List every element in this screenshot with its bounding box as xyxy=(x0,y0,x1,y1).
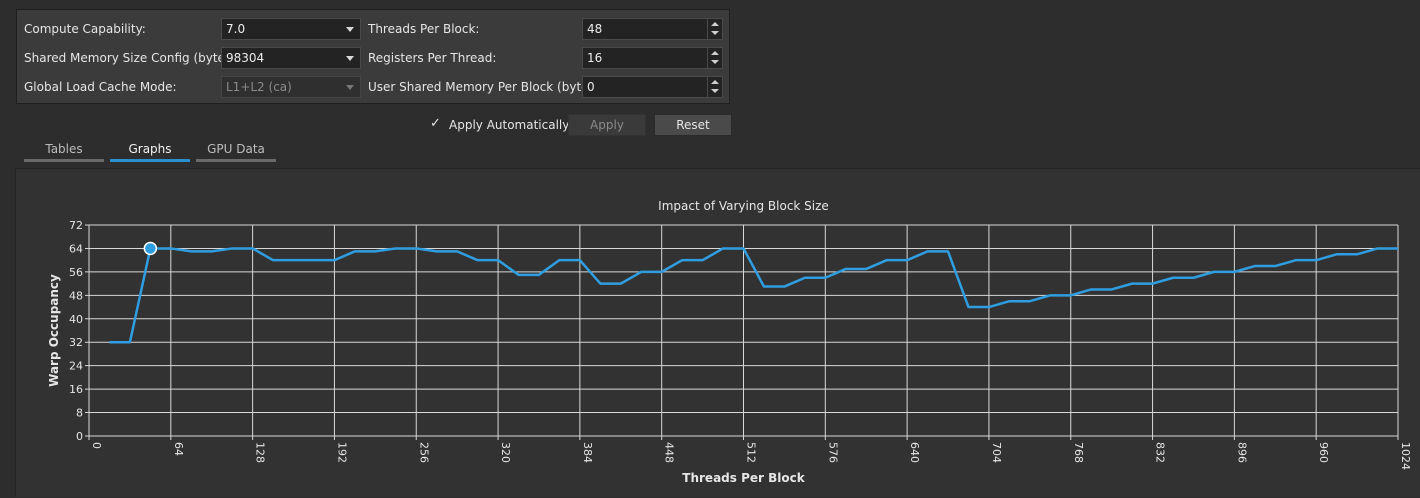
grid-lines xyxy=(85,224,1399,440)
registers-per-thread-label: Registers Per Thread: xyxy=(368,51,497,65)
current-config-marker xyxy=(143,241,158,256)
x-tick-label: 832 xyxy=(1154,442,1167,463)
y-tick-label: 72 xyxy=(69,219,83,232)
tab-tables-label: Tables xyxy=(45,142,83,156)
shared-memory-label: Shared Memory Size Config (bytes): xyxy=(24,51,240,65)
y-tick-label: 32 xyxy=(69,336,83,349)
y-tick-label: 8 xyxy=(76,407,83,420)
compute-capability-value: 7.0 xyxy=(226,22,246,36)
user-shared-memory-spinbox[interactable]: 0 xyxy=(582,76,723,98)
apply-button[interactable]: Apply xyxy=(568,114,646,136)
user-shared-memory-value: 0 xyxy=(587,80,595,94)
x-tick-label: 192 xyxy=(335,442,348,463)
x-axis-label: Threads Per Block xyxy=(682,471,805,485)
threads-per-block-spinbox[interactable]: 48 xyxy=(582,18,723,40)
registers-per-thread-value: 16 xyxy=(587,51,603,65)
spin-arrows-icon[interactable] xyxy=(707,48,722,68)
shared-memory-select[interactable]: 98304 xyxy=(221,47,361,69)
x-tick-label: 960 xyxy=(1317,442,1330,463)
registers-per-thread-spinbox[interactable]: 16 xyxy=(582,47,723,69)
x-tick-label: 1024 xyxy=(1399,442,1412,470)
x-tick-label: 384 xyxy=(581,442,594,463)
reset-button[interactable]: Reset xyxy=(654,114,732,136)
apply-automatically-label[interactable]: Apply Automatically xyxy=(449,117,569,133)
cache-mode-label: Global Load Cache Mode: xyxy=(24,80,177,94)
spin-arrows-icon[interactable] xyxy=(707,19,722,39)
cache-mode-value: L1+L2 (ca) xyxy=(226,80,292,94)
compute-capability-select[interactable]: 7.0 xyxy=(221,18,361,40)
y-tick-label: 56 xyxy=(69,266,83,279)
x-tick-label: 320 xyxy=(499,442,512,463)
y-tick-label: 24 xyxy=(69,360,83,373)
y-tick-label: 64 xyxy=(69,242,83,255)
x-tick-label: 256 xyxy=(417,442,430,463)
x-tick-label: 768 xyxy=(1072,442,1085,463)
x-tick-label: 448 xyxy=(663,442,676,463)
chevron-down-icon xyxy=(346,27,354,32)
graph-panel: 0 64 128 192 256 320 384 448 512 576 640 704 768 832 8… xyxy=(15,168,1420,497)
x-tick-label: 576 xyxy=(826,442,839,463)
x-tick-label: 0 xyxy=(90,442,103,449)
cache-mode-select[interactable]: L1+L2 (ca) xyxy=(221,76,361,98)
y-axis-label: Warp Occupancy xyxy=(47,274,61,387)
x-tick-label: 896 xyxy=(1235,442,1248,463)
x-tick-label: 640 xyxy=(908,442,921,463)
shared-memory-value: 98304 xyxy=(226,51,265,65)
chevron-down-icon xyxy=(346,85,354,90)
occupancy-chart: 0 64 128 192 256 320 384 448 512 576 640 704 768 832 8… xyxy=(47,199,1412,485)
y-tick-label: 40 xyxy=(69,313,83,326)
threads-per-block-value: 48 xyxy=(587,22,603,36)
tab-graphs[interactable]: Graphs xyxy=(110,141,190,162)
tab-graphs-label: Graphs xyxy=(128,142,172,156)
compute-capability-label: Compute Capability: xyxy=(24,22,146,36)
y-tick-label: 48 xyxy=(69,289,83,302)
threads-per-block-label: Threads Per Block: xyxy=(368,22,480,36)
tab-gpu-data-label: GPU Data xyxy=(207,142,265,156)
tab-gpu-data[interactable]: GPU Data xyxy=(196,141,276,162)
x-tick-label: 704 xyxy=(990,442,1003,463)
apply-automatically-checkbox[interactable]: ✓ xyxy=(430,117,444,131)
user-shared-memory-label: User Shared Memory Per Block (bytes): xyxy=(368,80,604,94)
x-tick-label: 128 xyxy=(254,442,267,463)
y-tick-label: 0 xyxy=(76,430,83,443)
chevron-down-icon xyxy=(346,56,354,61)
chart-title: Impact of Varying Block Size xyxy=(658,199,829,213)
configuration-panel: Compute Capability: 7.0 Shared Memory Si… xyxy=(16,9,730,104)
x-tick-label: 512 xyxy=(745,442,758,463)
x-tick-label: 64 xyxy=(172,442,185,456)
tab-tables[interactable]: Tables xyxy=(24,141,104,162)
spin-arrows-icon[interactable] xyxy=(707,77,722,97)
y-tick-label: 16 xyxy=(69,383,83,396)
